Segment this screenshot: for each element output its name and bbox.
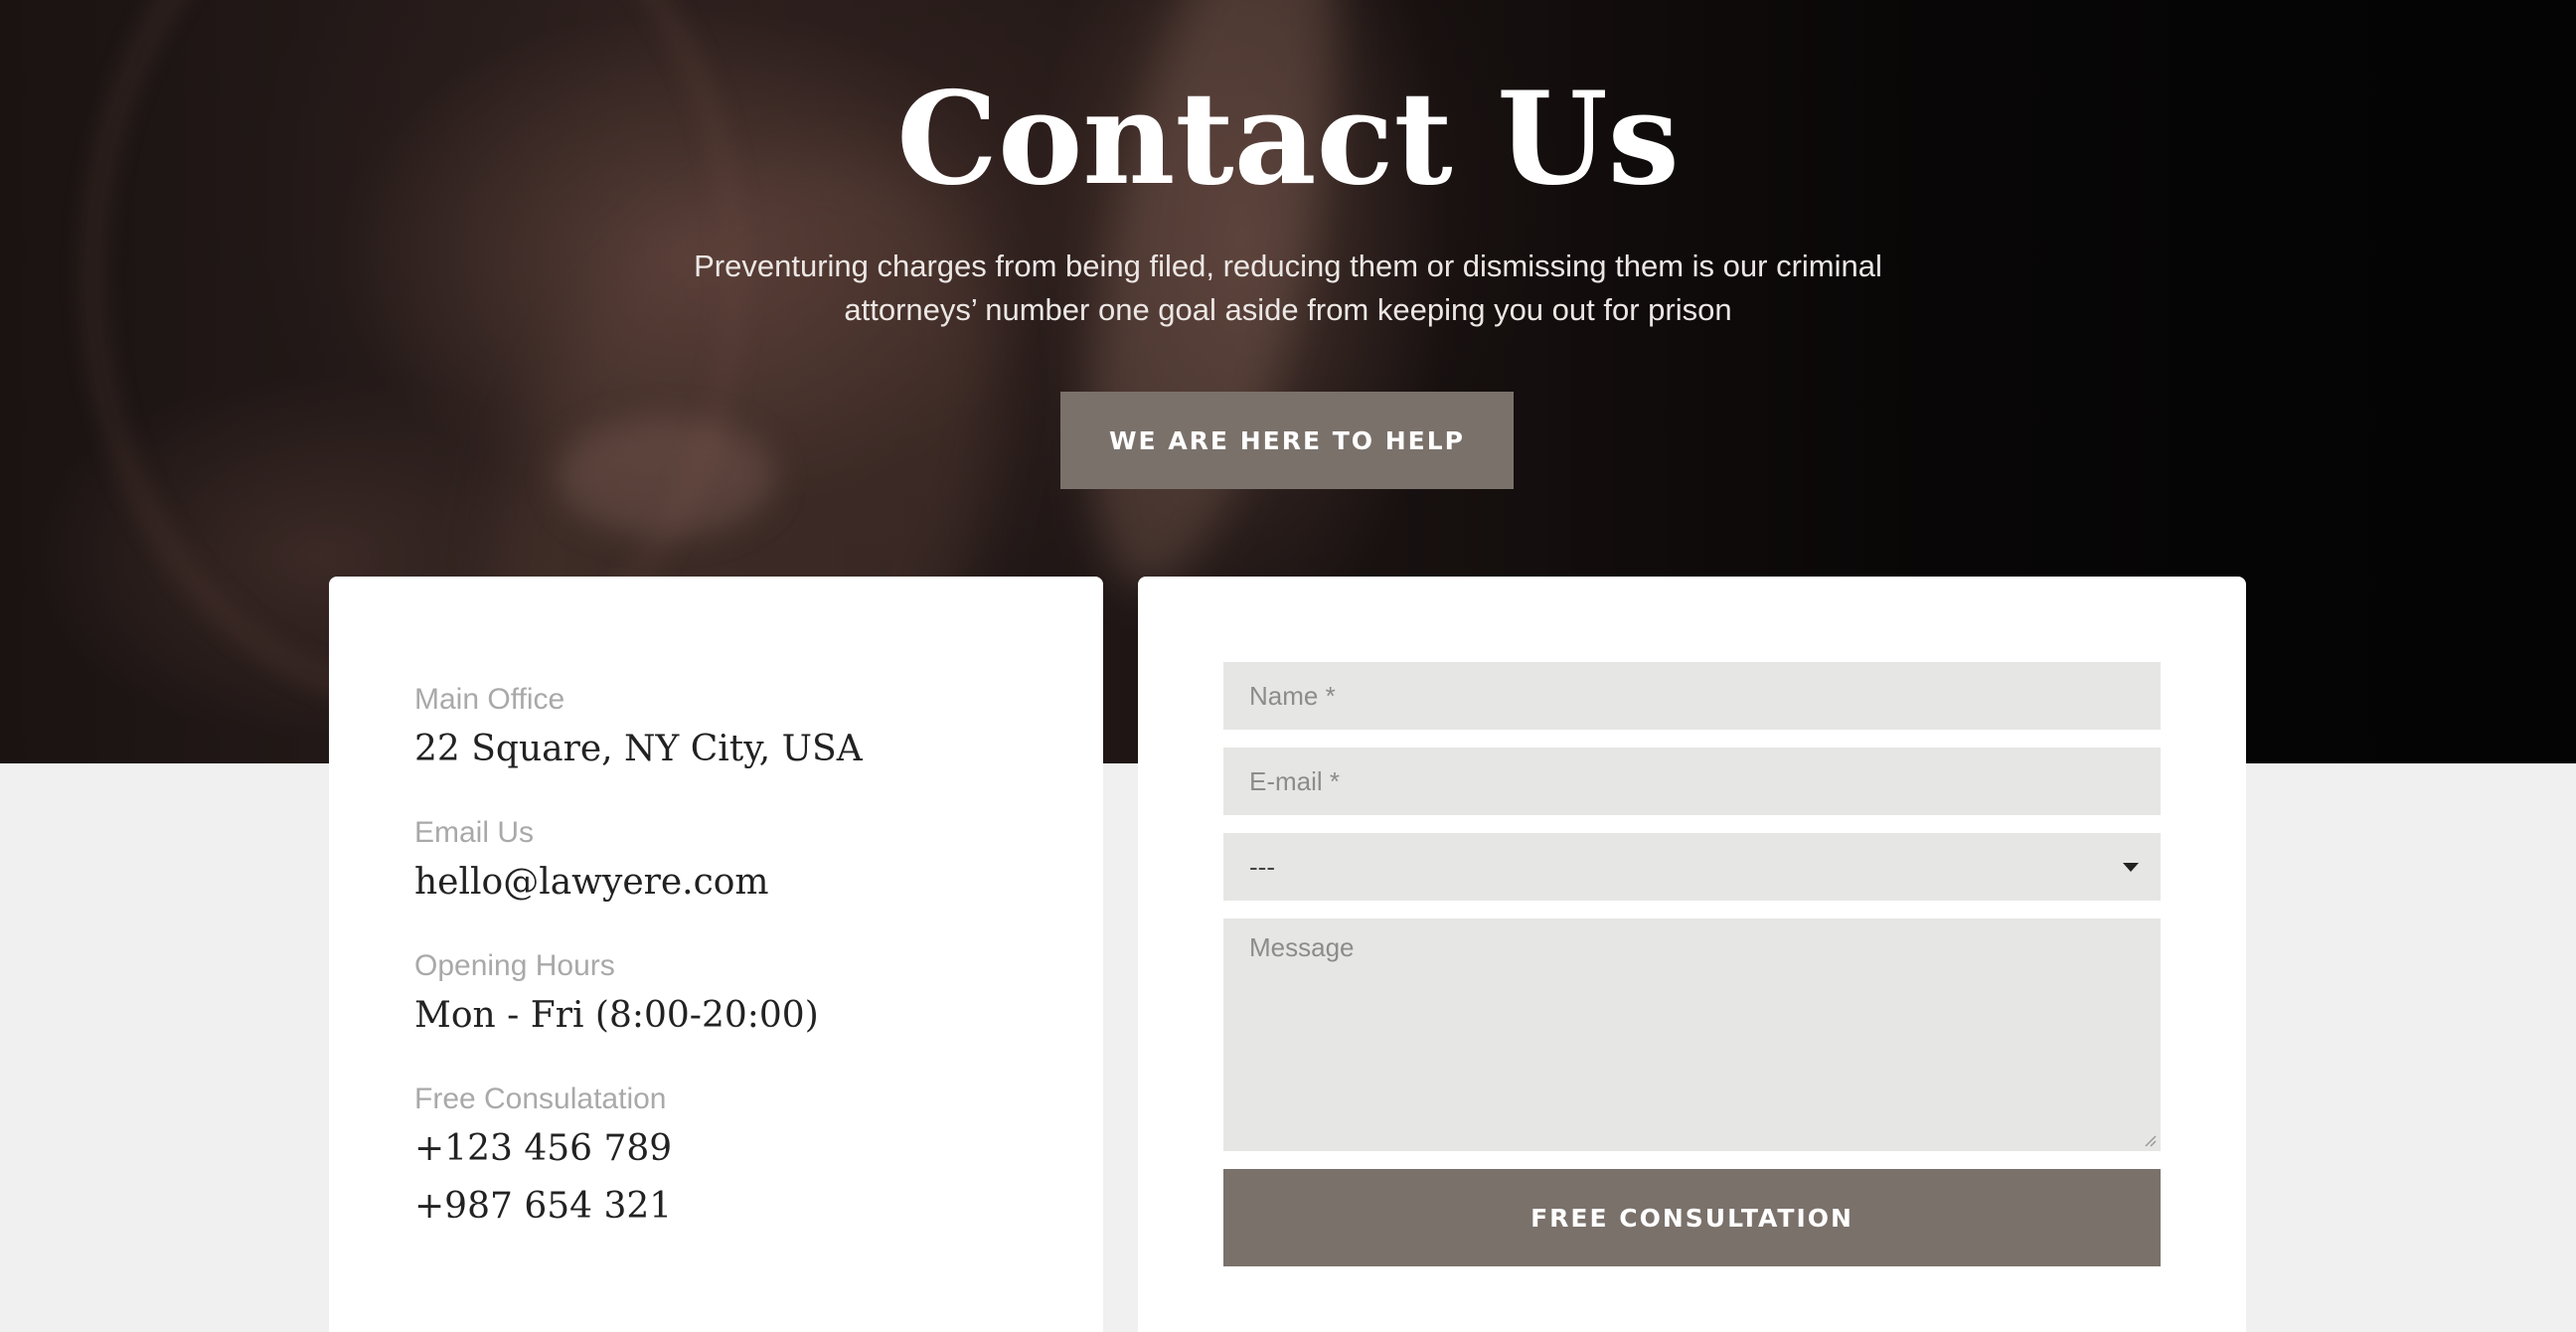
consultation-phone-2: +987 654 321	[414, 1186, 673, 1227]
page-title: Contact Us	[896, 65, 1680, 214]
subject-select-value: ---	[1249, 851, 1275, 882]
caret-down-icon	[2123, 862, 2139, 872]
email-label: Email Us	[414, 816, 535, 849]
consultation-block: Free Consulatation +123 456 789 +987 654…	[414, 1082, 672, 1233]
email-address: hello@lawyere.com	[414, 862, 769, 903]
email-input[interactable]	[1223, 748, 2161, 815]
opening-hours-label: Opening Hours	[414, 949, 615, 982]
hero-subtitle: Preventuring charges from being filed, r…	[694, 249, 1882, 327]
opening-hours-block: Opening Hours Mon - Fri (8:00-20:00)	[414, 948, 819, 1042]
contact-form-card: --- FREE CONSULTATION	[1138, 577, 2246, 1332]
contact-info-card: Main Office 22 Square, NY City, USA Emai…	[329, 577, 1103, 1332]
resize-grip-icon[interactable]	[2143, 1133, 2157, 1147]
main-office-label: Main Office	[414, 683, 565, 716]
subject-select[interactable]: ---	[1223, 833, 2161, 901]
main-office-block: Main Office 22 Square, NY City, USA	[414, 682, 863, 775]
help-button[interactable]: WE ARE HERE TO HELP	[1060, 392, 1514, 489]
message-textarea[interactable]	[1223, 918, 2161, 1151]
email-block: Email Us hello@lawyere.com	[414, 815, 769, 909]
consultation-label: Free Consulatation	[414, 1082, 667, 1115]
consultation-phone-1: +123 456 789	[414, 1128, 673, 1169]
name-input[interactable]	[1223, 662, 2161, 730]
free-consultation-button[interactable]: FREE CONSULTATION	[1223, 1169, 2161, 1266]
opening-hours-value: Mon - Fri (8:00-20:00)	[414, 995, 819, 1036]
main-office-address: 22 Square, NY City, USA	[414, 729, 863, 769]
